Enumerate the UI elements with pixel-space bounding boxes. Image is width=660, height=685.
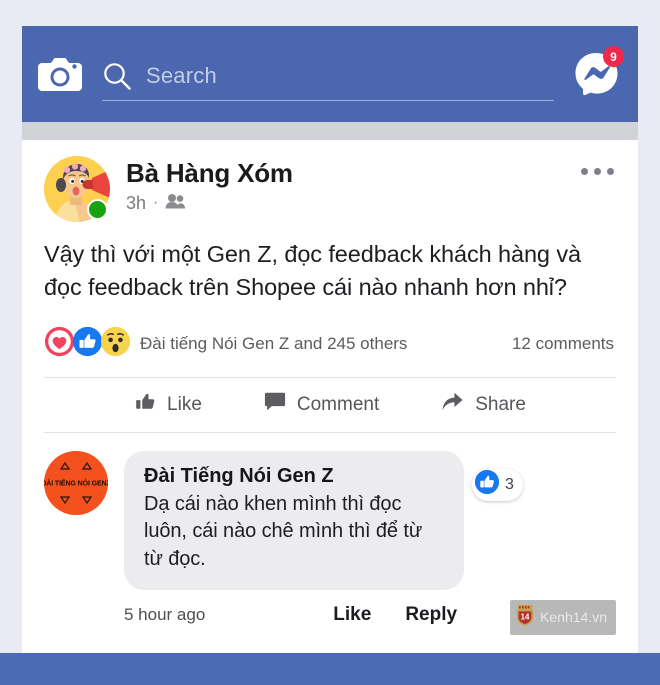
comment-button[interactable]: Comment [264, 391, 379, 418]
comment-bubble-icon [264, 391, 286, 418]
post-author-block: Bà Hàng Xóm 3h · [126, 156, 616, 214]
comment-button-label: Comment [296, 393, 380, 415]
reaction-summary[interactable]: Đài tiếng Nói Gen Z and 245 others [140, 334, 407, 354]
share-arrow-icon [441, 391, 464, 418]
avatar-dai-tieng-noi-genz[interactable]: ĐÀI TIẾNG NÓI GENZ [44, 450, 108, 515]
comments-count[interactable]: 12 comments [512, 334, 616, 354]
header-separator [22, 122, 638, 140]
avatar[interactable] [44, 156, 110, 222]
comment-reaction-count: 3 [505, 475, 514, 493]
search-bar[interactable] [102, 45, 554, 103]
reactions-row: Đài tiếng Nói Gen Z and 245 others 12 co… [44, 326, 616, 362]
messenger-icon[interactable]: 9 [572, 46, 624, 98]
app-header: 9 [22, 26, 638, 122]
friends-icon [165, 193, 186, 214]
more-options-icon[interactable] [581, 168, 614, 175]
like-button-label: Like [167, 393, 202, 415]
post-meta: 3h · [126, 193, 616, 214]
comment-item: ĐÀI TIẾNG NÓI GENZ Đài Tiếng Nói Gen Z D… [44, 433, 616, 635]
thumbs-up-icon [134, 391, 156, 419]
facebook-app-card: 9 [22, 26, 638, 657]
like-button[interactable]: Like [134, 391, 202, 419]
search-underline [102, 100, 554, 101]
bottom-band [0, 653, 660, 685]
screen-root: 9 [0, 0, 660, 685]
post-timestamp: 3h [126, 192, 147, 213]
kenh14-logo-icon: 14 [515, 604, 535, 631]
comment-content: Đài Tiếng Nói Gen Z Dạ cái nào khen mình… [124, 450, 616, 635]
comment-timestamp: 5 hour ago [124, 604, 206, 624]
comment-reply-button[interactable]: Reply [405, 604, 457, 626]
wow-icon [100, 326, 131, 362]
love-icon [44, 326, 75, 362]
comment-author-name[interactable]: Đài Tiếng Nói Gen Z [144, 464, 444, 489]
share-button[interactable]: Share [441, 391, 526, 418]
reaction-icons[interactable] [44, 326, 131, 362]
page-title[interactable]: Bà Hàng Xóm [126, 158, 616, 189]
camera-icon[interactable] [38, 55, 82, 93]
search-icon [102, 61, 132, 91]
watermark-text: Kenh14.vn [540, 609, 607, 625]
comment-body-text: Dạ cái nào khen mình thì đọc luôn, cái n… [144, 492, 423, 570]
search-input[interactable] [146, 63, 554, 89]
meta-separator: · [153, 194, 159, 212]
comment-reaction-badge[interactable]: 3 [472, 468, 523, 501]
post-header: Bà Hàng Xóm 3h · [44, 140, 616, 222]
kenh14-watermark: 14 Kenh14.vn [510, 599, 616, 635]
comment-like-button[interactable]: Like [333, 604, 371, 626]
messenger-badge: 9 [603, 46, 624, 67]
comment-action-row: 5 hour ago Like Reply 14 Kenh14.vn [124, 599, 616, 635]
post-card: Bà Hàng Xóm 3h · Vậy thì với một Gen Z, … [22, 140, 638, 635]
svg-text:14: 14 [521, 612, 530, 621]
online-status-dot [87, 199, 108, 220]
post-body-text: Vậy thì với một Gen Z, đọc feedback khác… [44, 241, 581, 301]
like-icon [474, 469, 500, 500]
post-action-bar: Like Comment Share [44, 378, 616, 432]
like-icon [72, 326, 103, 362]
comment-bubble: Đài Tiếng Nói Gen Z Dạ cái nào khen mình… [124, 450, 464, 590]
share-button-label: Share [475, 393, 526, 415]
